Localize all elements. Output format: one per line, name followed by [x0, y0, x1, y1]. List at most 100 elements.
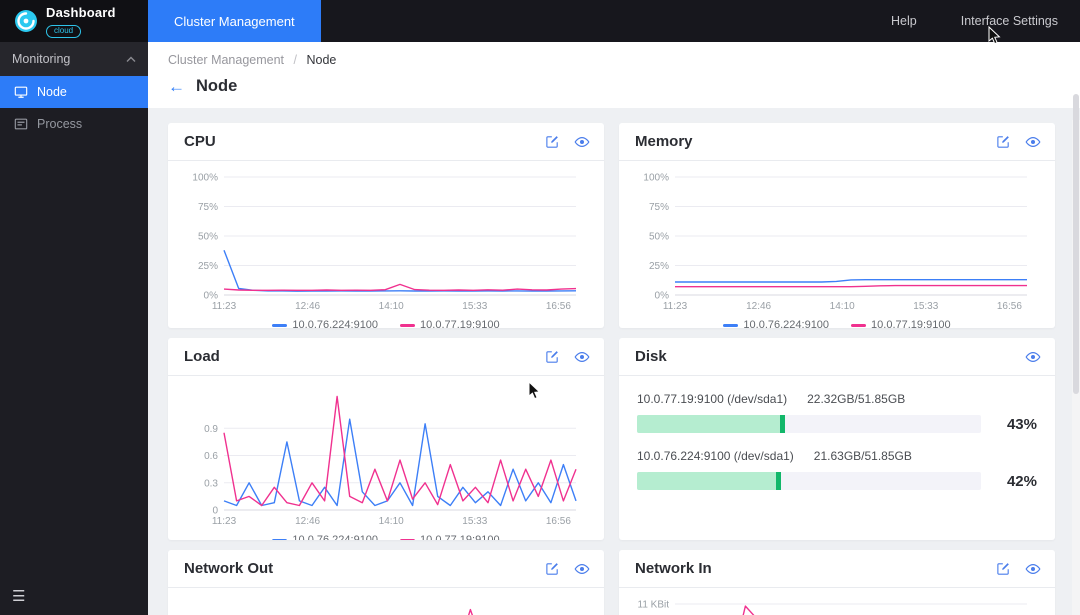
svg-text:75%: 75%	[649, 202, 669, 213]
logo: Dashboard cloud	[0, 0, 148, 42]
breadcrumb-separator: /	[294, 53, 297, 67]
disk-percent: 43%	[995, 416, 1037, 433]
scrollbar-thumb[interactable]	[1073, 94, 1079, 394]
svg-text:12:46: 12:46	[295, 301, 320, 312]
legend-marker	[400, 539, 415, 541]
cpu-chart: 100%75%50%25%0%11:2312:4614:1015:3316:56	[184, 167, 588, 313]
card-title: Memory	[635, 133, 693, 150]
sidebar-item-process[interactable]: Process	[0, 108, 148, 140]
legend-marker	[723, 324, 738, 327]
eye-icon[interactable]	[574, 561, 590, 577]
legend-marker	[400, 324, 415, 327]
main-content: Cluster Management / Node ← Node CPU	[148, 42, 1080, 615]
collapse-sidebar-icon[interactable]: ☰	[12, 587, 25, 605]
svg-text:15:33: 15:33	[913, 301, 938, 312]
disk-percent: 42%	[995, 473, 1037, 490]
legend-item[interactable]: 10.0.77.19:9100	[851, 319, 951, 328]
svg-text:50%: 50%	[198, 232, 218, 243]
card-title: CPU	[184, 133, 216, 150]
svg-text:0.6: 0.6	[204, 451, 218, 462]
chart-legend[interactable]: 10.0.76.224:9100 10.0.77.19:9100	[184, 319, 588, 328]
sidebar: Monitoring Node Process ☰	[0, 42, 148, 615]
legend-marker	[851, 324, 866, 327]
chart-legend[interactable]: 10.0.76.224:9100 10.0.77.19:9100	[635, 319, 1039, 328]
breadcrumb-root[interactable]: Cluster Management	[168, 53, 284, 67]
cards-grid: CPU 100%75%50%25%0%11:2312:4614:1015:331…	[148, 108, 1080, 615]
edit-icon[interactable]	[996, 561, 1011, 576]
disk-usage-value: 22.32GB/51.85GB	[807, 392, 905, 406]
legend-item[interactable]: 10.0.76.224:9100	[723, 319, 829, 328]
back-button[interactable]: ←	[168, 78, 185, 95]
svg-text:11 KBit: 11 KBit	[638, 600, 670, 611]
legend-item[interactable]: 10.0.77.19:9100	[400, 319, 500, 328]
legend-label: 10.0.77.19:9100	[420, 319, 500, 328]
brand-badge: cloud	[46, 25, 81, 38]
svg-text:15:33: 15:33	[462, 516, 487, 527]
svg-text:50%: 50%	[649, 232, 669, 243]
eye-icon[interactable]	[1025, 134, 1041, 150]
edit-icon[interactable]	[996, 134, 1011, 149]
process-icon	[14, 117, 28, 131]
sidebar-item-label: Node	[37, 85, 67, 99]
disk-progress-fill	[637, 415, 785, 433]
legend-label: 10.0.77.19:9100	[871, 319, 951, 328]
card-title: Network In	[635, 560, 712, 577]
disk-usage-value: 21.63GB/51.85GB	[814, 449, 912, 463]
page-title: Node	[196, 77, 237, 96]
svg-text:0.3: 0.3	[204, 478, 218, 489]
svg-text:12:46: 12:46	[746, 301, 771, 312]
svg-text:100%: 100%	[643, 173, 669, 184]
load-chart: 0.90.60.3011:2312:4614:1015:3316:56	[184, 382, 588, 528]
brand-name: Dashboard	[46, 5, 116, 20]
card-title: Network Out	[184, 560, 273, 577]
sidebar-item-node[interactable]: Node	[0, 76, 148, 108]
breadcrumb-current: Node	[306, 53, 336, 67]
legend-item[interactable]: 10.0.76.224:9100	[272, 319, 378, 328]
svg-text:16:56: 16:56	[546, 301, 571, 312]
disk-host-label: 10.0.77.19:9100 (/dev/sda1)	[637, 392, 787, 406]
monitor-icon	[14, 85, 28, 99]
disk-progress-fill	[637, 472, 781, 490]
legend-item[interactable]: 10.0.77.19:9100	[400, 534, 500, 540]
eye-icon[interactable]	[1025, 349, 1041, 365]
network-out-chart: 11:2312:4614:1015:3316:56	[184, 594, 588, 615]
help-link[interactable]: Help	[891, 14, 917, 28]
disk-usage-row: 10.0.76.224:9100 (/dev/sda1) 21.63GB/51.…	[637, 449, 1037, 490]
network-in-card: Network In 11 KBit11:2312:4614:1015:3316…	[619, 550, 1055, 615]
brand-logo-icon	[14, 9, 38, 33]
tab-cluster-management[interactable]: Cluster Management	[148, 0, 321, 42]
legend-label: 10.0.76.224:9100	[292, 319, 378, 328]
sidebar-section-monitoring[interactable]: Monitoring	[0, 42, 148, 76]
svg-text:0: 0	[212, 506, 218, 517]
eye-icon[interactable]	[1025, 561, 1041, 577]
cpu-card: CPU 100%75%50%25%0%11:2312:4614:1015:331…	[168, 123, 604, 328]
svg-text:14:10: 14:10	[830, 301, 855, 312]
svg-text:14:10: 14:10	[379, 516, 404, 527]
interface-settings-link[interactable]: Interface Settings	[961, 14, 1058, 28]
edit-icon[interactable]	[545, 134, 560, 149]
app-window: Dashboard cloud Cluster Management Help …	[0, 0, 1080, 615]
svg-text:11:23: 11:23	[212, 516, 237, 527]
svg-text:16:56: 16:56	[546, 516, 571, 527]
chart-legend[interactable]: 10.0.76.224:9100 10.0.77.19:9100	[184, 534, 588, 540]
load-card: Load 0.90.60.3011:2312:4614:1015:3316:56	[168, 338, 604, 540]
svg-text:100%: 100%	[192, 173, 218, 184]
svg-text:0.9: 0.9	[204, 424, 218, 435]
svg-text:25%: 25%	[198, 261, 218, 272]
svg-text:14:10: 14:10	[379, 301, 404, 312]
edit-icon[interactable]	[545, 349, 560, 364]
legend-label: 10.0.76.224:9100	[292, 534, 378, 540]
network-out-card: Network Out 11:2312:4614:1015:3316:56	[168, 550, 604, 615]
legend-label: 10.0.77.19:9100	[420, 534, 500, 540]
eye-icon[interactable]	[574, 134, 590, 150]
legend-item[interactable]: 10.0.76.224:9100	[272, 534, 378, 540]
sidebar-section-label: Monitoring	[12, 52, 70, 66]
disk-card: Disk 10.0.77.19:9100 (/dev/sda1) 22.32GB…	[619, 338, 1055, 540]
disk-host-label: 10.0.76.224:9100 (/dev/sda1)	[637, 449, 794, 463]
eye-icon[interactable]	[574, 349, 590, 365]
legend-marker	[272, 539, 287, 541]
network-in-chart: 11 KBit11:2312:4614:1015:3316:56	[635, 594, 1039, 615]
breadcrumb: Cluster Management / Node	[168, 53, 1060, 67]
svg-text:11:23: 11:23	[663, 301, 688, 312]
edit-icon[interactable]	[545, 561, 560, 576]
